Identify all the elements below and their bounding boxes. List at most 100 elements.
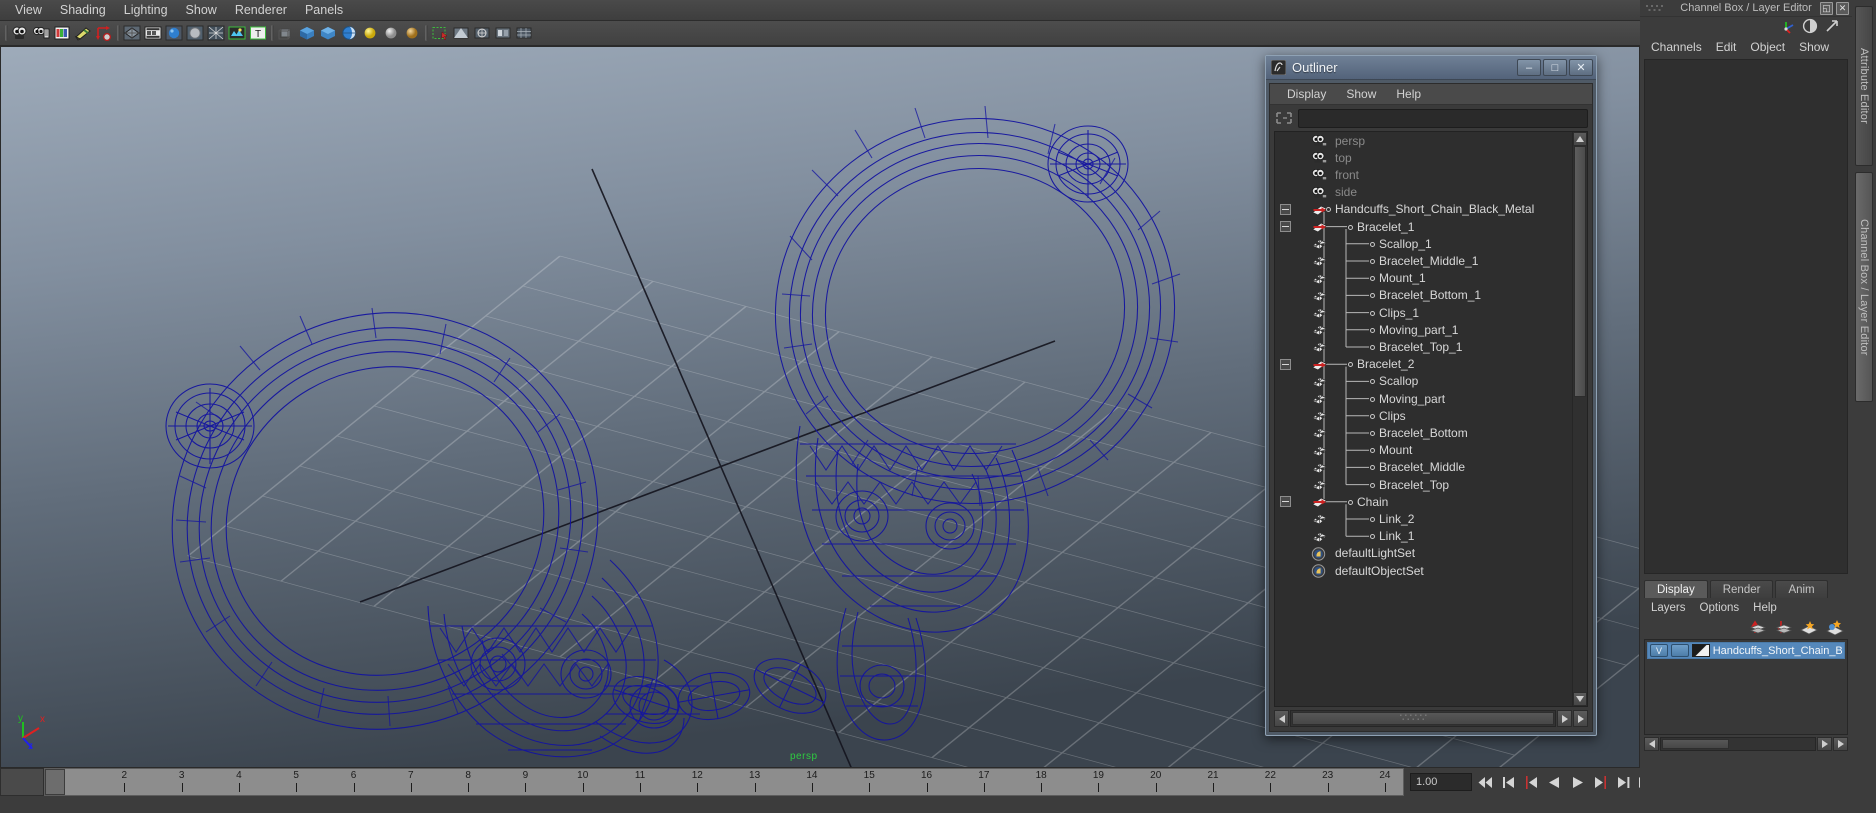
horizontal-scroll-thumb[interactable] [1292, 712, 1554, 725]
layer-scroll-thumb[interactable] [1662, 739, 1729, 749]
play-forwards-icon[interactable] [1568, 772, 1587, 792]
camera-attributes-icon[interactable] [31, 23, 51, 43]
layer-scroll-right-icon[interactable] [1817, 737, 1832, 751]
display-toggle-icon[interactable] [493, 23, 513, 43]
checker-sphere-icon[interactable] [339, 23, 359, 43]
pivot-manipulator-icon[interactable] [94, 23, 114, 43]
close-panel-button[interactable]: ✕ [1836, 2, 1849, 15]
float-panel-button[interactable]: ◱ [1820, 2, 1833, 15]
cb-menu-edit[interactable]: Edit [1709, 38, 1744, 56]
step-back-keyframe-icon[interactable] [1499, 772, 1518, 792]
mesh-icon[interactable] [1311, 272, 1328, 285]
mesh-icon[interactable] [1311, 478, 1328, 491]
expand-collapse-icon[interactable] [1274, 110, 1294, 126]
outliner-item-bracelet-1[interactable]: Bracelet_1 [1275, 218, 1572, 235]
mesh-icon[interactable] [1311, 237, 1328, 250]
tab-anim[interactable]: Anim [1775, 580, 1828, 598]
image-plane-icon[interactable] [52, 23, 72, 43]
outliner-item-persp[interactable]: persp [1275, 132, 1572, 149]
scroll-down-icon[interactable] [1573, 692, 1587, 706]
time-slider-playhead[interactable] [45, 769, 65, 795]
select-camera-icon[interactable] [10, 23, 30, 43]
outliner-item-bracelet-top[interactable]: Bracelet_Top [1275, 476, 1572, 493]
transform-icon[interactable] [1311, 495, 1328, 508]
layer-menu-layers[interactable]: Layers [1644, 599, 1693, 617]
camera-icon[interactable] [1311, 134, 1328, 147]
menu-show[interactable]: Show [177, 1, 226, 19]
xray-display-icon[interactable] [276, 23, 296, 43]
shaded-cube-alt-icon[interactable] [318, 23, 338, 43]
shadows-icon[interactable] [402, 23, 422, 43]
outliner-item-bracelet-middle[interactable]: Bracelet_Middle [1275, 459, 1572, 476]
all-lights-icon[interactable] [381, 23, 401, 43]
outliner-item-defaultobjectset[interactable]: defaultObjectSet [1275, 562, 1572, 579]
mesh-icon[interactable] [1311, 392, 1328, 405]
outliner-item-bracelet-bottom-1[interactable]: Bracelet_Bottom_1 [1275, 287, 1572, 304]
menu-lighting[interactable]: Lighting [115, 1, 177, 19]
collapse-toggle-icon[interactable] [1280, 496, 1291, 508]
half-circle-icon[interactable] [1802, 18, 1818, 37]
vtab-channel-box-layer-editor[interactable]: Channel Box / Layer Editor [1855, 172, 1873, 402]
new-layer-from-selected-icon[interactable] [1824, 619, 1844, 638]
step-back-frame-icon[interactable] [1522, 772, 1541, 792]
layer-menu-help[interactable]: Help [1746, 599, 1784, 617]
isolate-select-icon[interactable] [430, 23, 450, 43]
panel-grip-icon-right[interactable] [1792, 5, 1814, 12]
outliner-menu-help[interactable]: Help [1386, 85, 1431, 103]
collapse-toggle-icon[interactable] [1280, 358, 1291, 370]
outliner-item-scallop[interactable]: Scallop [1275, 373, 1572, 390]
maximize-button[interactable]: □ [1543, 59, 1567, 76]
outliner-item-front[interactable]: front [1275, 166, 1572, 183]
arrow-up-right-icon[interactable] [1824, 18, 1840, 37]
cb-menu-object[interactable]: Object [1743, 38, 1792, 56]
mesh-icon[interactable] [1311, 409, 1328, 422]
text-display-icon[interactable]: T [248, 23, 268, 43]
move-layer-down-icon[interactable] [1772, 619, 1793, 638]
wireframe-on-shaded-icon[interactable] [206, 23, 226, 43]
backface-cull-icon[interactable] [451, 23, 471, 43]
layer-visibility-toggle[interactable]: V [1650, 644, 1668, 657]
outliner-horizontal-scrollbar[interactable] [1274, 710, 1588, 727]
default-light-icon[interactable] [360, 23, 380, 43]
outliner-item-handcuffs-short-chain-black-metal[interactable]: Handcuffs_Short_Chain_Black_Metal [1275, 201, 1572, 218]
shaded-cube-icon[interactable] [297, 23, 317, 43]
outliner-item-mount-1[interactable]: Mount_1 [1275, 270, 1572, 287]
layer-list[interactable]: V Handcuffs_Short_Chain_B [1644, 639, 1848, 735]
mesh-icon[interactable] [1311, 375, 1328, 388]
axis-manipulator-icon[interactable] [1778, 18, 1796, 37]
mesh-icon[interactable] [1311, 323, 1328, 336]
scroll-up-icon[interactable] [1573, 132, 1587, 146]
cb-menu-show[interactable]: Show [1792, 38, 1836, 56]
menu-view[interactable]: View [6, 1, 51, 19]
mesh-icon[interactable] [1311, 512, 1328, 525]
move-layer-up-icon[interactable] [1746, 619, 1767, 638]
camera-icon[interactable] [1311, 186, 1328, 199]
vertical-scroll-track[interactable] [1573, 146, 1587, 692]
transform-icon[interactable] [1311, 358, 1328, 371]
outliner-item-bracelet-2[interactable]: Bracelet_2 [1275, 356, 1572, 373]
outliner-item-bracelet-bottom[interactable]: Bracelet_Bottom [1275, 424, 1572, 441]
minimize-button[interactable]: – [1517, 59, 1541, 76]
channel-box-content[interactable] [1644, 59, 1848, 574]
horizontal-scroll-track[interactable] [1290, 710, 1556, 727]
outliner-item-bracelet-top-1[interactable]: Bracelet_Top_1 [1275, 338, 1572, 355]
vertical-scroll-thumb[interactable] [1574, 146, 1586, 398]
new-layer-icon[interactable] [1798, 619, 1818, 638]
outliner-menu-show[interactable]: Show [1336, 85, 1386, 103]
go-to-start-icon[interactable] [1476, 772, 1495, 792]
panel-grip-icon[interactable] [1646, 5, 1668, 12]
outliner-item-bracelet-middle-1[interactable]: Bracelet_Middle_1 [1275, 252, 1572, 269]
scroll-right-extra-icon[interactable] [1573, 710, 1588, 727]
camera-icon[interactable] [1311, 168, 1328, 181]
smooth-preview-icon[interactable] [472, 23, 492, 43]
layer-list-horizontal-scrollbar[interactable] [1644, 737, 1848, 751]
layer-color-swatch[interactable] [1691, 644, 1710, 657]
scroll-left-icon[interactable] [1274, 710, 1289, 727]
tab-render[interactable]: Render [1709, 580, 1774, 598]
current-frame-field[interactable] [1410, 773, 1472, 791]
transform-icon[interactable] [1311, 220, 1328, 233]
set-icon[interactable] [1311, 564, 1328, 578]
smooth-shade-selected-icon[interactable] [185, 23, 205, 43]
time-slider-track[interactable]: 2 3 4 5 6 7 8 9 10 11 12 13 14 15 16 17 18 19 20 21 22 23 24 [44, 768, 1404, 796]
scroll-right-icon[interactable] [1557, 710, 1572, 727]
